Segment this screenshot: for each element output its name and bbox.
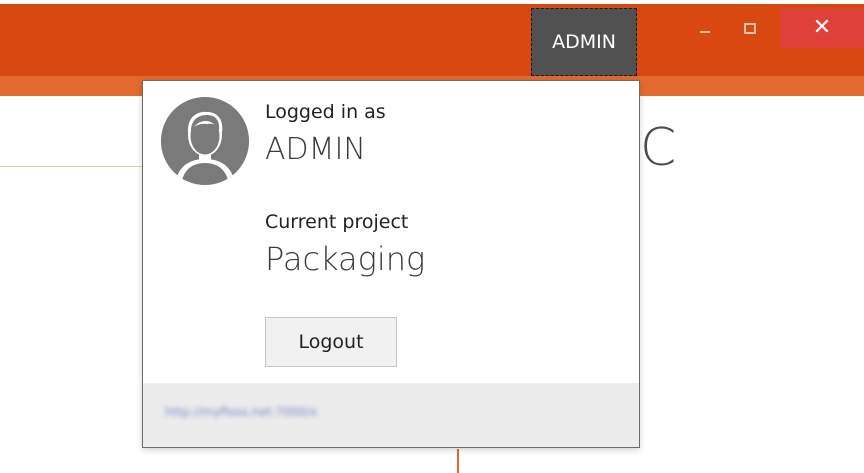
popup-footer: http://myfloss.net:7000/x [143, 383, 639, 447]
user-menu-button[interactable]: ADMIN [531, 8, 637, 76]
user-menu-button-label: ADMIN [552, 31, 616, 53]
close-icon: ✕ [812, 15, 832, 40]
maximize-icon [744, 22, 756, 34]
logout-button-label: Logout [298, 331, 364, 353]
logged-in-label: Logged in as [265, 101, 386, 123]
avatar [161, 97, 249, 185]
current-project-label: Current project [265, 211, 409, 233]
server-url-link[interactable]: http://myfloss.net:7000/x [165, 405, 317, 419]
close-button[interactable]: ✕ [780, 8, 864, 48]
app-window: ADMIN ✕ C Logged in as ADMIN Current pro… [0, 0, 864, 473]
current-project-name: Packaging [265, 240, 426, 278]
user-silhouette-icon [161, 97, 249, 185]
background-divider [0, 166, 150, 167]
background-accent-line [457, 449, 459, 473]
background-title-fragment: C [640, 118, 677, 178]
current-user-name: ADMIN [265, 132, 366, 167]
minimize-icon [700, 31, 710, 33]
logout-button[interactable]: Logout [265, 317, 397, 367]
minimize-button[interactable] [682, 8, 728, 48]
user-info-popup: Logged in as ADMIN Current project Packa… [142, 80, 640, 448]
maximize-button[interactable] [728, 8, 772, 48]
